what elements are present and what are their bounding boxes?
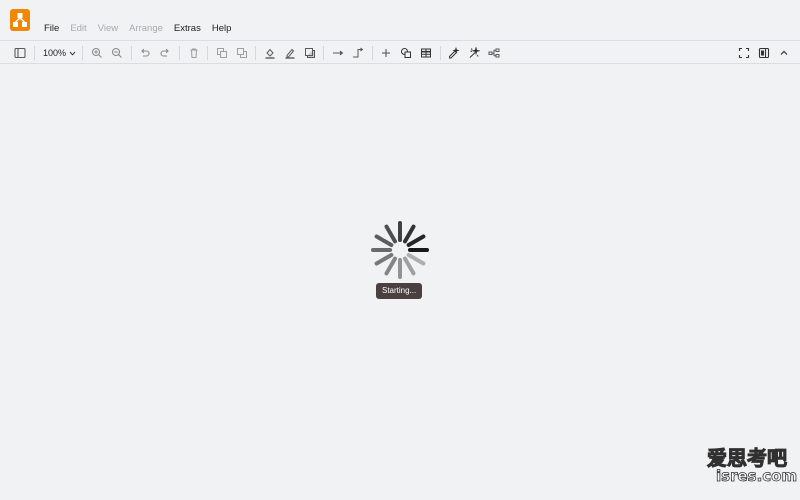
chevron-down-icon bbox=[69, 46, 76, 60]
zoom-dropdown[interactable]: 100% bbox=[43, 46, 76, 60]
toolbar-separator bbox=[179, 46, 180, 60]
magic-icon[interactable] bbox=[466, 45, 482, 61]
spinner-spoke bbox=[403, 224, 416, 244]
drawio-logo-icon[interactable] bbox=[10, 9, 30, 31]
fullscreen-icon[interactable] bbox=[736, 45, 752, 61]
spinner-spoke bbox=[403, 256, 416, 276]
table-icon[interactable] bbox=[418, 45, 434, 61]
loading-spinner-icon bbox=[371, 221, 429, 279]
line-color-icon[interactable] bbox=[282, 45, 298, 61]
spinner-spoke bbox=[406, 234, 426, 247]
spinner-spoke bbox=[374, 234, 394, 247]
menu-help[interactable]: Help bbox=[212, 22, 236, 36]
loading-status-label: Starting... bbox=[376, 283, 423, 299]
toolbar-separator bbox=[207, 46, 208, 60]
toolbar-separator bbox=[34, 46, 35, 60]
edit-style-icon[interactable] bbox=[446, 45, 462, 61]
toolbar-separator bbox=[131, 46, 132, 60]
undo-icon[interactable] bbox=[137, 45, 153, 61]
format-panel-toggle-icon[interactable] bbox=[12, 45, 28, 61]
waypoint-icon[interactable] bbox=[350, 45, 366, 61]
toolbar-separator bbox=[323, 46, 324, 60]
insert-plus-icon[interactable] bbox=[378, 45, 394, 61]
shapes-icon[interactable] bbox=[398, 45, 414, 61]
spinner-spoke bbox=[374, 253, 394, 266]
fill-color-icon[interactable] bbox=[262, 45, 278, 61]
toolbar: 100% bbox=[0, 40, 800, 64]
to-back-icon[interactable] bbox=[234, 45, 250, 61]
menubar: File Edit View Arrange Extras Help bbox=[44, 22, 242, 36]
toolbar-separator bbox=[255, 46, 256, 60]
toolbar-separator bbox=[82, 46, 83, 60]
delete-icon[interactable] bbox=[186, 45, 202, 61]
menu-file[interactable]: File bbox=[44, 22, 63, 36]
zoom-out-icon[interactable] bbox=[109, 45, 125, 61]
menu-arrange[interactable]: Arrange bbox=[129, 22, 167, 36]
app-header: File Edit View Arrange Extras Help bbox=[0, 0, 800, 40]
menu-edit[interactable]: Edit bbox=[70, 22, 90, 36]
connection-arrow-icon[interactable] bbox=[330, 45, 346, 61]
zoom-in-icon[interactable] bbox=[89, 45, 105, 61]
shadow-icon[interactable] bbox=[302, 45, 318, 61]
spinner-spoke bbox=[406, 253, 426, 266]
menu-extras[interactable]: Extras bbox=[174, 22, 205, 36]
watermark-domain: isres.com bbox=[716, 467, 798, 486]
spinner-spoke bbox=[384, 224, 397, 244]
layout-icon[interactable] bbox=[486, 45, 502, 61]
menu-view[interactable]: View bbox=[98, 22, 122, 36]
sidebar-toggle-icon[interactable] bbox=[756, 45, 772, 61]
collapse-chevron-icon[interactable] bbox=[776, 45, 792, 61]
zoom-value: 100% bbox=[43, 48, 67, 58]
spinner-spoke bbox=[384, 256, 397, 276]
toolbar-separator bbox=[372, 46, 373, 60]
toolbar-separator bbox=[440, 46, 441, 60]
redo-icon[interactable] bbox=[157, 45, 173, 61]
to-front-icon[interactable] bbox=[214, 45, 230, 61]
